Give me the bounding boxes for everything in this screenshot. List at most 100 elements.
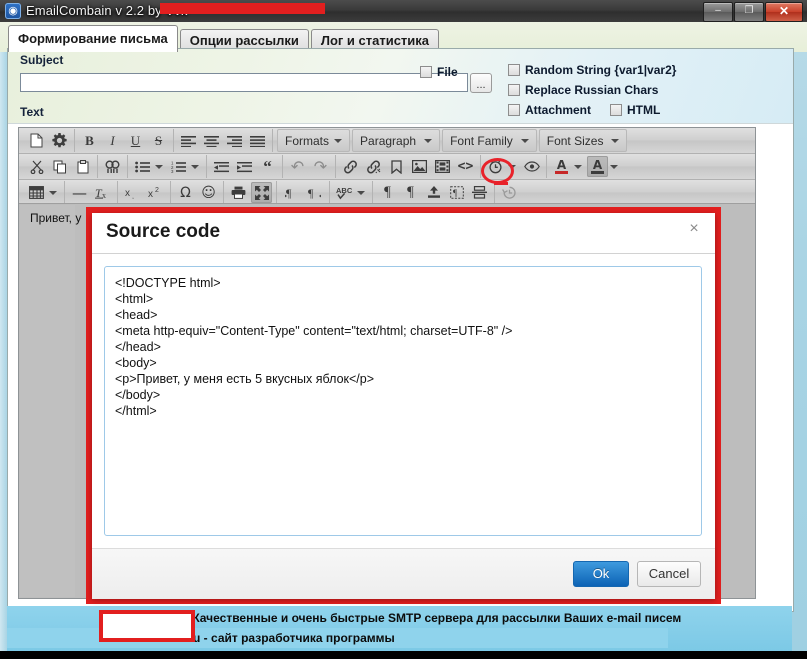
show-blocks-icon[interactable]: ¶: [377, 182, 398, 203]
source-code-dialog: Source code × <!DOCTYPE html> <html> <he…: [92, 213, 715, 599]
italic-icon[interactable]: I: [102, 130, 123, 151]
chevron-down-icon[interactable]: [508, 164, 516, 169]
font-sizes-dropdown[interactable]: Font Sizes: [538, 129, 628, 152]
gear-icon[interactable]: [49, 130, 70, 151]
align-center-icon[interactable]: [201, 130, 222, 151]
insert-datetime-icon[interactable]: [485, 156, 506, 177]
chevron-down-icon[interactable]: [610, 164, 618, 169]
background-color-icon[interactable]: A: [587, 156, 608, 177]
anchor-icon[interactable]: [386, 156, 407, 177]
checkbox-box-html[interactable]: [610, 104, 622, 116]
restore-draft-icon[interactable]: [499, 182, 520, 203]
chevron-down-icon[interactable]: [155, 164, 163, 169]
maximize-button[interactable]: ❐: [734, 2, 764, 22]
window-bottom-edge: [0, 651, 807, 659]
text-color-icon[interactable]: A: [551, 156, 572, 177]
superscript-icon[interactable]: x2: [145, 182, 166, 203]
source-code-textarea[interactable]: <!DOCTYPE html> <html> <head> <meta http…: [104, 266, 702, 536]
print-icon[interactable]: [228, 182, 249, 203]
checkbox-label-file: File: [437, 65, 458, 79]
insert-file-upload-icon[interactable]: [423, 182, 444, 203]
preview-eye-icon[interactable]: [521, 156, 542, 177]
message-form-header: Subject ... Text File Random String {var…: [8, 49, 793, 124]
table-icon[interactable]: [26, 182, 47, 203]
outdent-icon[interactable]: [211, 156, 232, 177]
copy-icon[interactable]: [49, 156, 70, 177]
cancel-button[interactable]: Cancel: [637, 561, 701, 587]
visual-blocks-icon[interactable]: ¶: [400, 182, 421, 203]
source-code-icon[interactable]: <>: [455, 156, 476, 177]
checkbox-box-file[interactable]: [420, 66, 432, 78]
svg-text:¶: ¶: [286, 186, 292, 199]
svg-text:2: 2: [155, 187, 159, 194]
minimize-button[interactable]: –: [703, 2, 733, 22]
subscript-icon[interactable]: x,: [122, 182, 143, 203]
cut-icon[interactable]: [26, 156, 47, 177]
svg-text:3: 3: [171, 168, 174, 172]
subject-browse-button[interactable]: ...: [470, 73, 492, 93]
close-button[interactable]: ✕: [765, 2, 803, 22]
link-icon[interactable]: [340, 156, 361, 177]
checkbox-box-replace-russian-chars[interactable]: [508, 84, 520, 96]
font-family-label: Font Family: [450, 133, 513, 148]
find-and-replace-icon[interactable]: [102, 156, 123, 177]
paragraph-dropdown[interactable]: Paragraph: [352, 129, 441, 152]
checkbox-html[interactable]: HTML: [610, 103, 660, 117]
bullet-list-icon[interactable]: [132, 156, 153, 177]
align-left-icon[interactable]: [178, 130, 199, 151]
checkbox-attachment[interactable]: Attachment: [508, 103, 591, 117]
numbered-list-icon[interactable]: 123: [168, 156, 189, 177]
ok-button[interactable]: Ok: [573, 561, 629, 587]
align-right-icon[interactable]: [224, 130, 245, 151]
checkbox-label-replace-russian-chars: Replace Russian Chars: [525, 83, 659, 97]
horizontal-rule-icon[interactable]: —: [69, 182, 90, 203]
checkbox-replace-russian-chars[interactable]: Replace Russian Chars: [508, 83, 658, 97]
info-line-1: - Качественные и очень быстрые SMTP серв…: [185, 611, 682, 625]
rtl-icon[interactable]: ¶: [304, 182, 325, 203]
indent-icon[interactable]: [234, 156, 255, 177]
emoticons-icon[interactable]: ☺: [198, 182, 219, 203]
checkbox-random-string[interactable]: Random String {var1|var2}: [508, 63, 676, 77]
svg-text:,: ,: [132, 194, 134, 200]
align-justify-icon[interactable]: [247, 130, 268, 151]
chevron-down-icon[interactable]: [49, 190, 57, 195]
special-character-icon[interactable]: Ω: [175, 182, 196, 203]
paste-icon[interactable]: [72, 156, 93, 177]
underline-icon[interactable]: U: [125, 130, 146, 151]
chevron-down-icon[interactable]: [191, 164, 199, 169]
chevron-down-icon[interactable]: [574, 164, 582, 169]
new-document-icon[interactable]: [26, 130, 47, 151]
blockquote-icon[interactable]: “: [257, 156, 278, 177]
subject-label: Subject: [20, 53, 64, 67]
checkbox-file[interactable]: File: [420, 65, 458, 79]
fullscreen-icon[interactable]: [251, 182, 272, 203]
paragraph-label: Paragraph: [360, 133, 417, 148]
media-icon[interactable]: [432, 156, 453, 177]
bold-icon[interactable]: B: [79, 130, 100, 151]
title-redaction-bar: [160, 3, 325, 14]
font-family-dropdown[interactable]: Font Family: [442, 129, 537, 152]
redo-icon[interactable]: ↷: [310, 156, 331, 177]
formats-dropdown[interactable]: Formats: [277, 129, 351, 152]
window-left-edge: [0, 22, 7, 651]
ltr-icon[interactable]: ¶: [281, 182, 302, 203]
undo-icon[interactable]: ↶: [287, 156, 308, 177]
visual-chars-icon[interactable]: ¶: [446, 182, 467, 203]
editor-content-inner[interactable]: Привет, у: [20, 205, 81, 597]
checkbox-box-random-string[interactable]: [508, 64, 520, 76]
checkbox-label-attachment: Attachment: [525, 103, 592, 117]
editor-toolbar-row-2: 123 “ ↶ ↷ <> A A: [19, 154, 755, 180]
subject-input[interactable]: [20, 73, 468, 92]
close-icon[interactable]: ×: [685, 221, 703, 239]
editor-toolbar-row-1: B I U S Formats Paragraph Font Family Fo…: [19, 128, 755, 154]
chevron-down-icon[interactable]: [357, 190, 365, 195]
svg-text:¶: ¶: [453, 188, 457, 198]
unlink-icon[interactable]: [363, 156, 384, 177]
image-icon[interactable]: [409, 156, 430, 177]
spellcheck-icon[interactable]: ABC: [334, 182, 355, 203]
page-break-icon[interactable]: [469, 182, 490, 203]
tab-formirovanie-pisma[interactable]: Формирование письма: [8, 25, 178, 52]
checkbox-box-attachment[interactable]: [508, 104, 520, 116]
strikethrough-icon[interactable]: S: [148, 130, 169, 151]
remove-format-icon[interactable]: Tx: [92, 182, 113, 203]
